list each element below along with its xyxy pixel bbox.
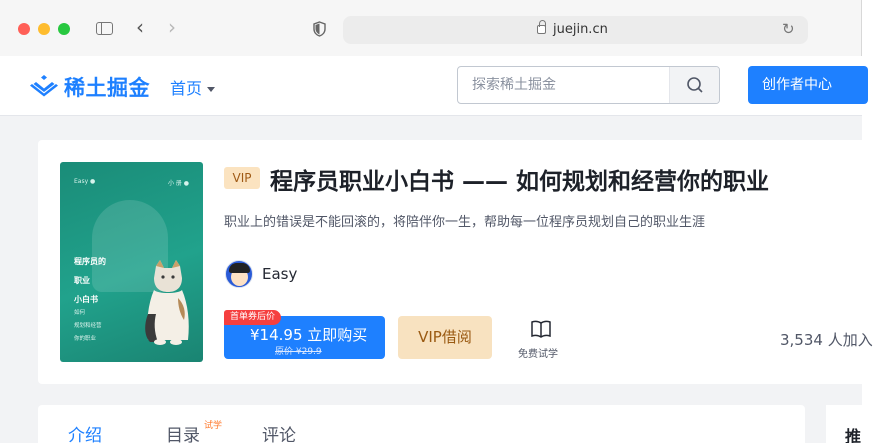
book-description: 职业上的错误是不能回滚的，将陪伴你一生，帮助每一位程序员规划自己的职业生涯 — [224, 215, 706, 230]
minimize-window-button[interactable] — [38, 23, 50, 35]
search-box — [457, 66, 720, 104]
forward-arrow-icon[interactable]: › — [168, 17, 176, 37]
recommend-title: 推 — [845, 427, 862, 443]
tab-comments[interactable]: 评论 — [262, 421, 296, 443]
book-cover[interactable]: Easy ● 小 册 ● 程序员的 职业 小白书 如何 规划和经营 你的职业 — [60, 162, 203, 362]
logo-text[interactable]: 稀土掘金 — [64, 72, 150, 102]
cover-author: Easy ● — [74, 178, 96, 185]
search-input[interactable] — [458, 67, 668, 103]
search-button[interactable] — [669, 67, 719, 103]
caret-down-icon — [207, 87, 216, 92]
tab-catalog[interactable]: 目录 — [166, 421, 200, 443]
cover-title: 程序员的 职业 小白书 — [74, 257, 106, 304]
close-window-button[interactable] — [18, 23, 30, 35]
cat-illustration — [145, 260, 189, 345]
vip-borrow-button[interactable]: VIP借阅 — [398, 316, 492, 359]
author-avatar[interactable] — [225, 260, 253, 288]
author-name[interactable]: Easy — [262, 265, 297, 283]
tabs-bar — [38, 405, 805, 443]
trial-badge: 试学 — [204, 421, 223, 431]
vip-badge: VIP — [224, 167, 260, 189]
url-text: juejin.cn — [553, 22, 608, 37]
reload-icon[interactable]: ↻ — [782, 20, 795, 38]
creator-center-button[interactable]: 创作者中心 — [748, 66, 868, 104]
juejin-logo-icon[interactable] — [30, 73, 58, 97]
site-header: 稀土掘金 首页 创作者中心 — [0, 56, 868, 116]
nav-home-label: 首页 — [170, 79, 203, 98]
free-trial-label[interactable]: 免费试学 — [518, 345, 558, 360]
browser-titlebar: ‹ › juejin.cn ↻ — [0, 0, 862, 56]
lock-icon — [537, 20, 546, 34]
tab-intro[interactable]: 介绍 — [68, 421, 102, 443]
back-arrow-icon[interactable]: ‹ — [136, 17, 144, 37]
buy-now-label[interactable]: ¥14.95 立即购买 — [250, 324, 367, 345]
sidebar-toggle-icon[interactable] — [96, 22, 113, 35]
nav-home-dropdown[interactable]: 首页 — [170, 75, 216, 99]
address-bar[interactable]: juejin.cn — [343, 16, 808, 44]
original-price: 原价 ¥29.9 — [275, 347, 322, 357]
coupon-badge: 首单券后价 — [224, 310, 282, 325]
book-open-icon[interactable] — [530, 319, 552, 339]
zoom-window-button[interactable] — [58, 23, 70, 35]
joined-count: 3,534 人加入 — [780, 331, 873, 349]
cover-brand: 小 册 ● — [167, 180, 189, 187]
privacy-shield-icon[interactable] — [313, 21, 326, 37]
cover-subtitle: 如何 规划和经营 你的职业 — [74, 310, 102, 342]
search-icon — [687, 77, 703, 93]
book-title: 程序员职业小白书 —— 如何规划和经营你的职业 — [270, 169, 770, 195]
